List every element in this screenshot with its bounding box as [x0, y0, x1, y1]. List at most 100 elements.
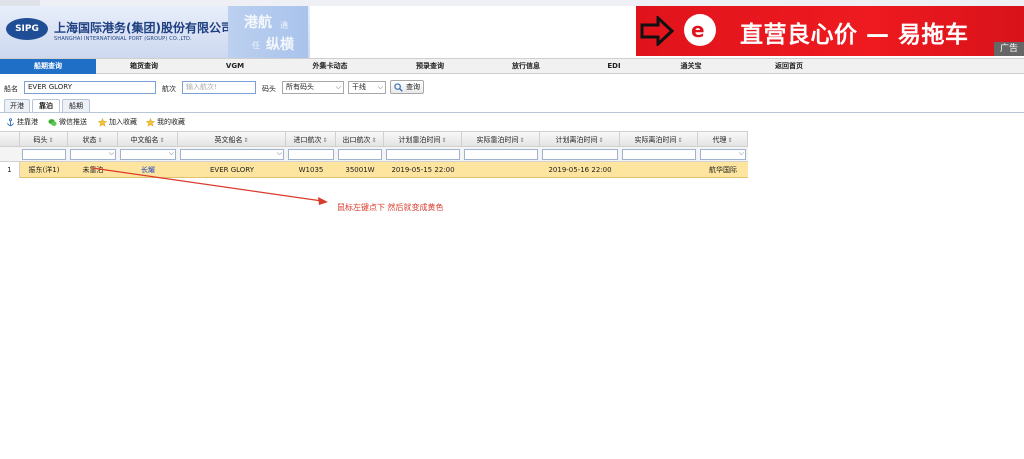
tab-open-port[interactable]: 开港: [4, 99, 30, 112]
sort-icon: ⇕: [727, 137, 733, 144]
cell-export-voyage[interactable]: 35001W: [336, 162, 384, 178]
grid-header-label: 英文船名: [214, 136, 243, 144]
grid-header-planned-berth[interactable]: 计划靠泊时间⇕: [384, 131, 462, 147]
cell-status[interactable]: 未靠泊: [68, 162, 118, 178]
main-nav: 船期查询 箱货查询 VGM 外集卡动态 预录查询 放行信息 EDI 通关宝 返回…: [0, 58, 1024, 74]
add-favorite-button[interactable]: 加入收藏: [98, 117, 137, 128]
wechat-icon: [48, 119, 57, 126]
filter-export-voyage[interactable]: [338, 149, 382, 160]
filter-agent[interactable]: ⌵: [700, 149, 746, 160]
slogan-line-1-small: 通: [280, 21, 288, 30]
route-select-value: 干线: [352, 83, 366, 91]
cell-actual-depart[interactable]: [620, 162, 698, 178]
ship-name-input[interactable]: EVER GLORY: [24, 81, 156, 94]
cell-cn-name[interactable]: 长耀: [118, 162, 178, 178]
chevron-down-icon: ⌵: [738, 149, 744, 157]
grid-header-label: 实际离泊时间: [634, 136, 677, 144]
grid-header-en-name[interactable]: 英文船名⇕: [178, 131, 286, 147]
wechat-push-button[interactable]: 微信推送: [48, 117, 87, 128]
grid-header-label: 代理: [712, 136, 727, 144]
grid-header-cn-name[interactable]: 中文船名⇕: [118, 131, 178, 147]
filter-import-voyage[interactable]: [288, 149, 334, 160]
sort-icon: ⇕: [677, 137, 683, 144]
filter-cn-name[interactable]: ⌵: [120, 149, 176, 160]
schedule-grid: 码头⇕ 状态⇕ 中文船名⇕ 英文船名⇕ 进口航次⇕ 出口航次⇕ 计划靠泊时间⇕ …: [0, 131, 748, 179]
nav-item-release[interactable]: 放行信息: [478, 59, 574, 74]
grid-header-planned-depart[interactable]: 计划离泊时间⇕: [540, 131, 620, 147]
grid-header-label: 进口航次: [293, 136, 322, 144]
grid-header-actual-berth[interactable]: 实际靠泊时间⇕: [462, 131, 540, 147]
grid-header-actual-depart[interactable]: 实际离泊时间⇕: [620, 131, 698, 147]
nav-item-prerecord[interactable]: 预录查询: [382, 59, 478, 74]
sort-icon: ⇕: [322, 137, 328, 144]
nav-item-truck[interactable]: 外集卡动态: [278, 59, 382, 74]
nav-item-vgm[interactable]: VGM: [192, 59, 278, 74]
voyage-label: 航次: [162, 85, 176, 93]
grid-header-rownum: [0, 131, 20, 147]
row-number: 1: [0, 162, 20, 178]
sort-icon: ⇕: [48, 137, 54, 144]
cell-actual-berth[interactable]: [462, 162, 540, 178]
grid-header-import-voyage[interactable]: 进口航次⇕: [286, 131, 336, 147]
nav-item-edi[interactable]: EDI: [574, 59, 654, 74]
cell-import-voyage[interactable]: W1035: [286, 162, 336, 178]
grid-header-label: 码头: [33, 136, 48, 144]
terminal-select[interactable]: 所有码头 ⌵: [282, 81, 344, 94]
chevron-down-icon: ⌵: [276, 149, 282, 157]
cell-planned-depart[interactable]: 2019-05-16 22:00: [540, 162, 620, 178]
query-button[interactable]: 查询: [390, 80, 424, 94]
header: SIPG 上海国际港务(集团)股份有限公司 SHANGHAI INTERNATI…: [0, 0, 1024, 58]
slogan-line-2-small: 任: [252, 41, 260, 50]
grid-header-export-voyage[interactable]: 出口航次⇕: [336, 131, 384, 147]
ad-logo-letter: e: [691, 18, 705, 42]
my-favorite-label: 我的收藏: [157, 118, 185, 126]
filter-en-name[interactable]: ⌵: [180, 149, 284, 160]
filter-planned-berth[interactable]: [386, 149, 460, 160]
anchor-icon: [6, 118, 15, 127]
cell-en-name[interactable]: EVER GLORY: [178, 162, 286, 178]
slogan-line-2: 纵横: [266, 37, 294, 53]
nav-item-customs[interactable]: 通关宝: [654, 59, 728, 74]
nav-item-schedule[interactable]: 船期查询: [0, 59, 96, 74]
filter-actual-berth[interactable]: [464, 149, 538, 160]
tab-schedule[interactable]: 船期: [62, 99, 90, 112]
cell-planned-berth[interactable]: 2019-05-15 22:00: [384, 162, 462, 178]
cell-agent[interactable]: 航华国际: [698, 162, 748, 178]
filter-planned-depart[interactable]: [542, 149, 618, 160]
terminal-select-value: 所有码头: [286, 83, 314, 91]
cell-terminal[interactable]: 振东(洋1): [20, 162, 68, 178]
company-name-cn: 上海国际港务(集团)股份有限公司: [54, 21, 233, 35]
filter-status[interactable]: ⌵: [70, 149, 116, 160]
sort-icon: ⇕: [441, 137, 447, 144]
filter-actual-depart[interactable]: [622, 149, 696, 160]
sort-icon: ⇕: [519, 137, 525, 144]
grid-header-agent[interactable]: 代理⇕: [698, 131, 748, 147]
sort-icon: ⇕: [159, 137, 165, 144]
grid-header-status[interactable]: 状态⇕: [68, 131, 118, 147]
sort-icon: ⇕: [371, 137, 377, 144]
query-button-label: 查询: [406, 83, 420, 91]
grid-filter-row: ⌵ ⌵ ⌵ ⌵: [0, 147, 748, 162]
my-favorite-button[interactable]: 我的收藏: [146, 117, 185, 128]
annotation-note: 鼠标左键点下 然后就变成黄色: [337, 203, 444, 212]
star-icon: [146, 118, 155, 127]
sipg-logo: SIPG: [6, 18, 48, 40]
search-icon: [394, 83, 403, 92]
filter-terminal[interactable]: [22, 149, 66, 160]
sort-icon: ⇕: [598, 137, 604, 144]
page: SIPG 上海国际港务(集团)股份有限公司 SHANGHAI INTERNATI…: [0, 0, 1024, 459]
tab-berthing[interactable]: 靠泊: [32, 99, 60, 113]
slogan-line-1: 港航: [244, 15, 272, 31]
grid-header-label: 实际靠泊时间: [476, 136, 519, 144]
voyage-input[interactable]: 输入航次!: [182, 81, 256, 94]
nav-item-home[interactable]: 返回首页: [728, 59, 850, 74]
chevron-down-icon: ⌵: [377, 83, 383, 91]
grid-header-terminal[interactable]: 码头⇕: [20, 131, 68, 147]
route-select[interactable]: 干线 ⌵: [348, 81, 386, 94]
ship-name-label: 船名: [4, 85, 18, 93]
grid-header-label: 出口航次: [342, 136, 371, 144]
advertisement-banner[interactable]: e 直营良心价 — 易拖车 广告: [636, 6, 1024, 56]
berth-port-button[interactable]: 挂靠港: [6, 117, 38, 128]
nav-item-cargo[interactable]: 箱货查询: [96, 59, 192, 74]
chevron-down-icon: ⌵: [108, 149, 114, 157]
